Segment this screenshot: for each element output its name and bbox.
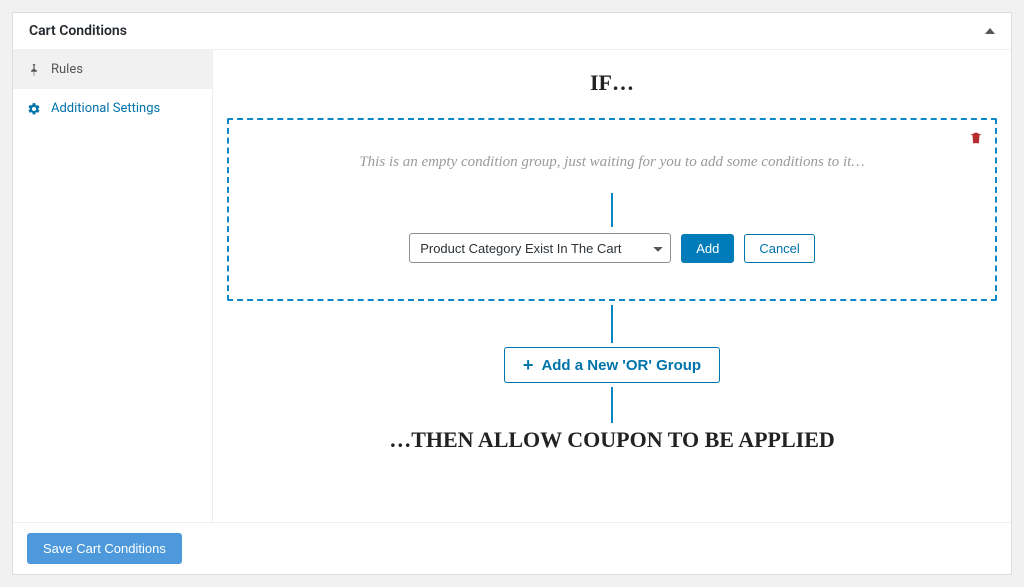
connector-line xyxy=(611,193,613,227)
cart-conditions-panel: Cart Conditions Rules Additional Setting… xyxy=(12,12,1012,575)
add-condition-row: Product Category Exist In The Cart Add C… xyxy=(247,233,977,263)
sidebar-item-additional-settings[interactable]: Additional Settings xyxy=(13,89,212,128)
then-heading: …THEN ALLOW COUPON TO BE APPLIED xyxy=(227,427,997,453)
condition-type-select[interactable]: Product Category Exist In The Cart xyxy=(409,233,671,263)
save-button[interactable]: Save Cart Conditions xyxy=(27,533,182,564)
empty-group-message: This is an empty condition group, just w… xyxy=(247,154,977,171)
settings-sidebar: Rules Additional Settings xyxy=(13,50,213,522)
panel-header: Cart Conditions xyxy=(13,13,1011,50)
condition-group: This is an empty condition group, just w… xyxy=(227,118,997,301)
sidebar-item-label: Rules xyxy=(51,62,83,77)
panel-footer: Save Cart Conditions xyxy=(13,522,1011,574)
connector-line xyxy=(611,305,613,343)
panel-title: Cart Conditions xyxy=(29,23,127,39)
add-button[interactable]: Add xyxy=(681,234,734,263)
plus-icon: + xyxy=(523,356,534,374)
trash-icon[interactable] xyxy=(969,130,983,150)
add-or-group-button[interactable]: + Add a New 'OR' Group xyxy=(504,347,720,383)
if-heading: IF… xyxy=(227,70,997,96)
sidebar-item-rules[interactable]: Rules xyxy=(13,50,212,89)
collapse-icon[interactable] xyxy=(985,28,995,34)
pushpin-icon xyxy=(27,63,41,77)
rules-main: IF… This is an empty condition group, ju… xyxy=(213,50,1011,522)
connector-line xyxy=(611,387,613,423)
cancel-button[interactable]: Cancel xyxy=(744,234,814,263)
gear-icon xyxy=(27,102,41,116)
add-or-label: Add a New 'OR' Group xyxy=(541,357,701,374)
add-or-row: + Add a New 'OR' Group xyxy=(227,347,997,383)
sidebar-item-label: Additional Settings xyxy=(51,101,160,116)
